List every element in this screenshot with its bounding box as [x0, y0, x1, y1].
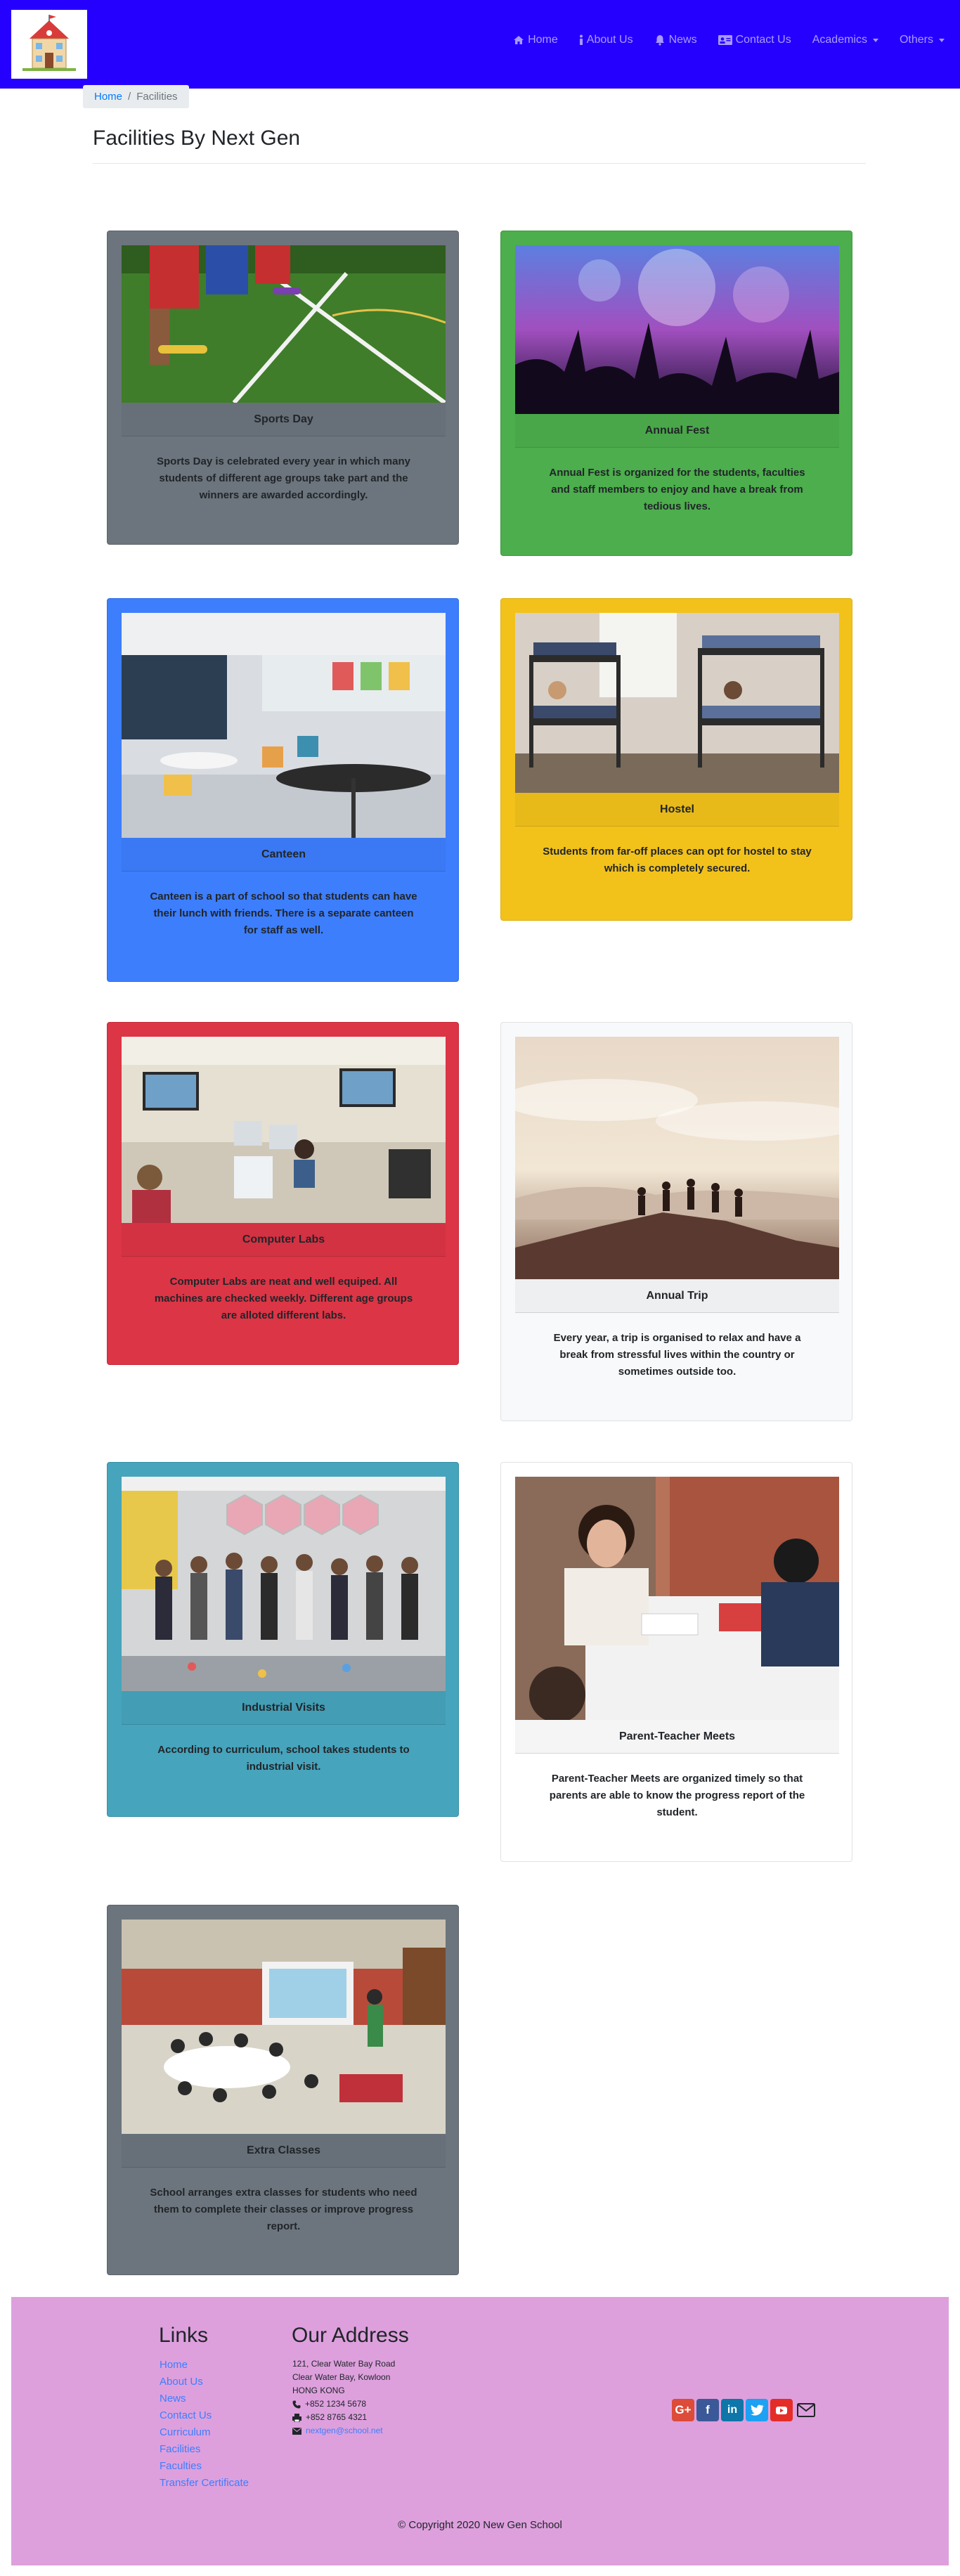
nav-home[interactable]: Home	[513, 34, 558, 46]
home-icon	[514, 36, 524, 44]
info-icon	[579, 34, 583, 45]
footer-address-heading: Our Address	[292, 2324, 409, 2347]
canteen-title: Canteen	[122, 838, 446, 872]
annual-trip-description: Every year, a trip is organised to relax…	[553, 1332, 801, 1378]
navbar: Home About Us News Contact Us Academics …	[0, 0, 960, 89]
parent-teacher-meets-title: Parent-Teacher Meets	[515, 1720, 839, 1754]
hostel-description: Students from far-off places can opt for…	[543, 846, 812, 874]
google-plus-icon[interactable]: G+	[672, 2399, 694, 2421]
sports-day-title: Sports Day	[122, 403, 446, 436]
breadcrumb: Home / Facilities	[83, 85, 189, 108]
contact-card-icon	[718, 35, 732, 45]
nav-contact[interactable]: Contact Us	[718, 34, 791, 46]
facility-card-computer-labs: Computer Labs Computer Labs are neat and…	[107, 1022, 459, 1365]
facility-card-industrial-visits: Industrial Visits According to curriculu…	[107, 1462, 459, 1817]
extra-classes-title: Extra Classes	[122, 2134, 446, 2168]
facility-card-sports-day: Sports Day Sports Day is celebrated ever…	[107, 231, 459, 545]
caret-down-icon	[939, 38, 945, 42]
bell-icon	[655, 35, 664, 46]
parent-teacher-meets-image	[515, 1477, 839, 1720]
computer-labs-image	[122, 1037, 446, 1223]
annual-fest-description: Annual Fest is organized for the student…	[549, 467, 805, 512]
school-logo[interactable]	[11, 10, 87, 79]
footer-links-list: Home About Us News Contact Us Curriculum…	[160, 2357, 249, 2492]
industrial-visits-image	[122, 1477, 446, 1691]
annual-fest-title: Annual Fest	[515, 414, 839, 448]
footer-link-faculties[interactable]: Faculties	[160, 2458, 249, 2475]
annual-trip-title: Annual Trip	[515, 1279, 839, 1313]
nav-home-label: Home	[528, 34, 558, 46]
nav-about-label: About Us	[586, 34, 633, 46]
nav-about[interactable]: About Us	[579, 34, 633, 46]
nav-others-dropdown[interactable]: Others	[900, 34, 945, 46]
computer-labs-description: Computer Labs are neat and well equiped.…	[154, 1276, 413, 1321]
fax-row: +852 8765 4321	[292, 2411, 395, 2424]
breadcrumb-home-link[interactable]: Home	[94, 91, 122, 103]
footer-link-facilities[interactable]: Facilities	[160, 2441, 249, 2458]
facility-card-extra-classes: Extra Classes School arranges extra clas…	[107, 1905, 459, 2275]
computer-labs-title: Computer Labs	[122, 1223, 446, 1257]
footer-link-curriculum[interactable]: Curriculum	[160, 2424, 249, 2441]
email-row: nextgen@school.net	[292, 2424, 395, 2438]
nav-news[interactable]: News	[654, 34, 697, 46]
footer-link-home[interactable]: Home	[160, 2357, 249, 2374]
industrial-visits-title: Industrial Visits	[122, 1691, 446, 1725]
footer-address: 121, Clear Water Bay Road Clear Water Ba…	[292, 2357, 395, 2438]
breadcrumb-separator: /	[128, 91, 131, 103]
nav-others-label: Others	[899, 34, 933, 46]
phone-icon	[292, 2400, 301, 2408]
footer-link-contact-us[interactable]: Contact Us	[160, 2407, 249, 2424]
facility-card-annual-fest: Annual Fest Annual Fest is organized for…	[500, 231, 852, 556]
address-line-1: 121, Clear Water Bay Road	[292, 2359, 396, 2369]
facility-card-annual-trip: Annual Trip Every year, a trip is organi…	[500, 1022, 852, 1421]
parent-teacher-meets-description: Parent-Teacher Meets are organized timel…	[549, 1773, 805, 1818]
footer-links-heading: Links	[159, 2324, 209, 2347]
address-line-3: HONG KONG	[292, 2386, 345, 2395]
nav-news-label: News	[668, 34, 697, 46]
caret-down-icon	[872, 38, 878, 42]
address-line-2: Clear Water Bay, Kowloon	[292, 2372, 391, 2382]
canteen-image	[122, 613, 446, 838]
facebook-icon[interactable]: f	[696, 2399, 719, 2421]
footer: Links Home About Us News Contact Us Curr…	[11, 2297, 949, 2565]
email-link[interactable]: nextgen@school.net	[306, 2424, 383, 2438]
canteen-description: Canteen is a part of school so that stud…	[150, 891, 417, 936]
facility-card-canteen: Canteen Canteen is a part of school so t…	[107, 598, 459, 982]
nav-menu: Home About Us News Contact Us Academics …	[513, 34, 945, 46]
sports-day-image	[122, 245, 446, 403]
copyright-text: © Copyright 2020 New Gen School	[398, 2519, 562, 2531]
sports-day-description: Sports Day is celebrated every year in w…	[157, 455, 410, 501]
footer-link-about-us[interactable]: About Us	[160, 2374, 249, 2390]
page-title: Facilities By Next Gen	[93, 127, 301, 150]
nav-contact-label: Contact Us	[735, 34, 791, 46]
youtube-icon[interactable]	[770, 2399, 793, 2421]
footer-link-transfer-certificate[interactable]: Transfer Certificate	[160, 2475, 249, 2492]
envelope-icon	[292, 2427, 301, 2435]
fax-icon	[292, 2413, 301, 2422]
mail-icon[interactable]	[795, 2399, 817, 2421]
title-divider	[93, 163, 866, 164]
hostel-image	[515, 613, 839, 793]
hostel-title: Hostel	[515, 793, 839, 827]
nav-academics-label: Academics	[812, 34, 867, 46]
breadcrumb-current: Facilities	[136, 91, 178, 103]
nav-academics-dropdown[interactable]: Academics	[812, 34, 878, 46]
extra-classes-image	[122, 1920, 446, 2134]
twitter-icon[interactable]	[746, 2399, 768, 2421]
phone-number: +852 1234 5678	[305, 2399, 367, 2409]
phone-row: +852 1234 5678	[292, 2397, 395, 2411]
annual-fest-image	[515, 245, 839, 414]
industrial-visits-description: According to curriculum, school takes st…	[157, 1744, 410, 1773]
facility-card-hostel: Hostel Students from far-off places can …	[500, 598, 852, 921]
social-icons: G+ f in	[672, 2399, 817, 2421]
school-building-icon	[22, 15, 76, 71]
fax-number: +852 8765 4321	[306, 2412, 368, 2422]
annual-trip-image	[515, 1037, 839, 1279]
linkedin-icon[interactable]: in	[721, 2399, 744, 2421]
extra-classes-description: School arranges extra classes for studen…	[150, 2187, 417, 2232]
facility-card-parent-teacher-meets: Parent-Teacher Meets Parent-Teacher Meet…	[500, 1462, 852, 1862]
footer-link-news[interactable]: News	[160, 2390, 249, 2407]
